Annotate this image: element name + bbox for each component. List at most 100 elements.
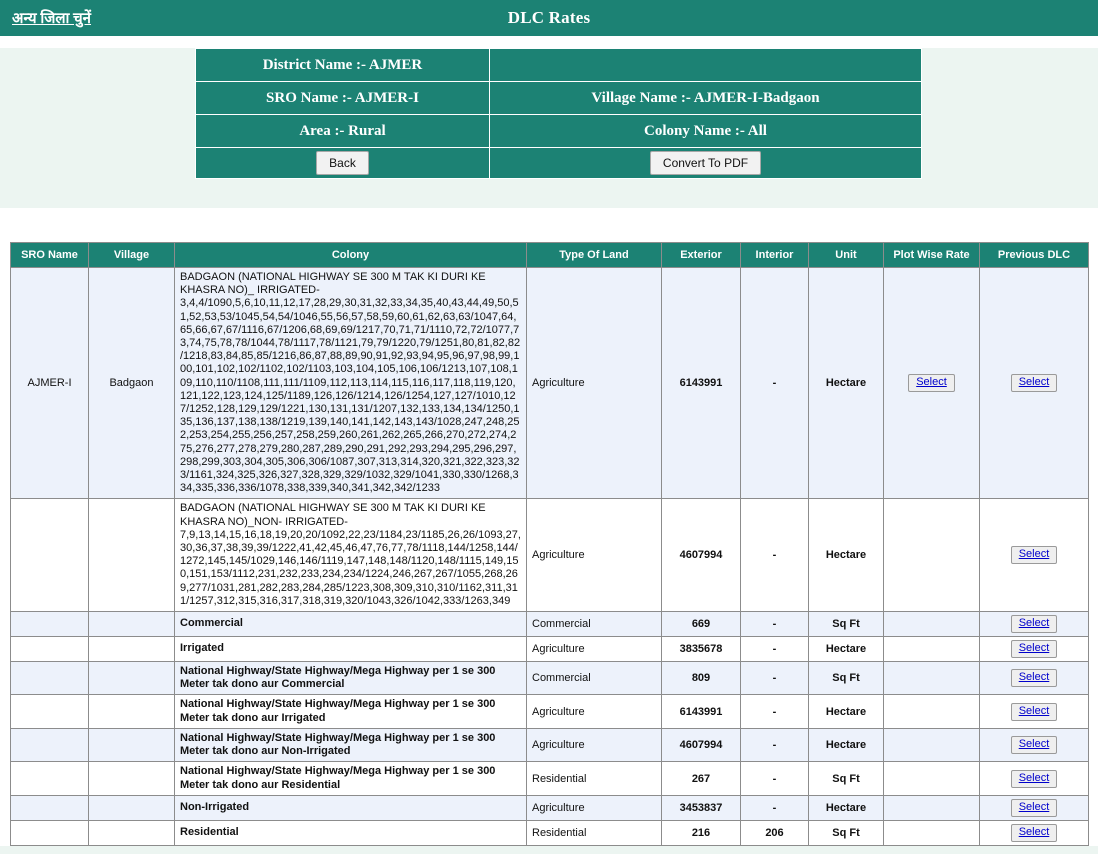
cell-colony: National Highway/State Highway/Mega High… bbox=[174, 661, 527, 696]
cell-previous-dlc: Select bbox=[979, 694, 1089, 729]
cell-exterior: 267 bbox=[661, 761, 741, 796]
area-cell: Area :- Rural bbox=[195, 114, 490, 148]
cell-type-of-land: Commercial bbox=[526, 611, 662, 638]
cell-colony: Irrigated bbox=[174, 636, 527, 663]
cell-unit: Hectare bbox=[808, 694, 884, 729]
pdf-button-cell: Convert To PDF bbox=[489, 147, 922, 179]
dlc-rates-table: SRO Name Village Colony Type Of Land Ext… bbox=[10, 242, 1089, 846]
cell-sro-name bbox=[10, 611, 89, 638]
cell-village bbox=[88, 727, 175, 763]
back-button-cell: Back bbox=[195, 147, 490, 179]
cell-interior: - bbox=[740, 761, 809, 796]
cell-sro-name bbox=[10, 761, 89, 796]
table-row: AJMER-I Badgaon BADGAON (NATIONAL HIGHWAY … bbox=[10, 266, 1089, 500]
cell-interior: - bbox=[740, 636, 809, 663]
cell-exterior: 4607994 bbox=[661, 498, 741, 613]
col-header-interior: Interior bbox=[740, 242, 809, 268]
previous-dlc-select-button[interactable]: Select bbox=[1010, 669, 1058, 688]
cell-exterior: 3835678 bbox=[661, 636, 741, 663]
cell-interior: 206 bbox=[740, 819, 809, 846]
col-header-village: Village bbox=[88, 242, 175, 268]
previous-dlc-select-button[interactable]: Select bbox=[1010, 615, 1058, 634]
cell-type-of-land: Commercial bbox=[526, 661, 662, 696]
cell-plot-wise-rate bbox=[883, 761, 980, 796]
cell-previous-dlc: Select bbox=[979, 727, 1089, 763]
previous-dlc-select-button[interactable]: Select bbox=[1010, 798, 1058, 817]
cell-interior: - bbox=[740, 611, 809, 638]
info-row-area: Area :- Rural Colony Name :- All bbox=[195, 114, 922, 148]
cell-exterior: 809 bbox=[661, 661, 741, 696]
cell-unit: Hectare bbox=[808, 266, 884, 500]
plot-wise-rate-select-button[interactable]: Select bbox=[908, 374, 955, 393]
cell-exterior: 669 bbox=[661, 611, 741, 638]
col-header-unit: Unit bbox=[808, 242, 884, 268]
cell-previous-dlc: Select bbox=[979, 819, 1089, 846]
cell-unit: Sq Ft bbox=[808, 661, 884, 696]
convert-to-pdf-button[interactable]: Convert To PDF bbox=[649, 151, 762, 175]
table-row: National Highway/State Highway/Mega High… bbox=[10, 761, 1089, 796]
cell-plot-wise-rate bbox=[883, 794, 980, 821]
cell-village bbox=[88, 498, 175, 613]
previous-dlc-select-button[interactable]: Select bbox=[1010, 769, 1058, 788]
selection-summary-table: District Name :- AJMER SRO Name :- AJMER… bbox=[195, 48, 922, 179]
cell-previous-dlc: Select bbox=[979, 761, 1089, 796]
cell-plot-wise-rate: Select bbox=[883, 266, 980, 500]
table-body: AJMER-I Badgaon BADGAON (NATIONAL HIGHWAY … bbox=[10, 266, 1089, 846]
cell-village bbox=[88, 761, 175, 796]
cell-plot-wise-rate bbox=[883, 694, 980, 729]
col-header-colony: Colony bbox=[174, 242, 527, 268]
previous-dlc-select-button[interactable]: Select bbox=[1010, 546, 1058, 565]
col-header-exterior: Exterior bbox=[661, 242, 741, 268]
cell-previous-dlc: Select bbox=[979, 794, 1089, 821]
select-other-district-link[interactable]: अन्य जिला चुनें bbox=[12, 8, 91, 28]
table-row: National Highway/State Highway/Mega High… bbox=[10, 727, 1089, 763]
cell-type-of-land: Agriculture bbox=[526, 498, 662, 613]
cell-colony: Non-Irrigated bbox=[174, 794, 527, 821]
cell-colony: BADGAON (NATIONAL HIGHWAY SE 300 M TAK K… bbox=[174, 498, 527, 613]
table-row: Non-Irrigated Agriculture 3453837- Hectare S… bbox=[10, 794, 1089, 821]
info-row-actions: Back Convert To PDF bbox=[195, 147, 922, 179]
cell-sro-name bbox=[10, 636, 89, 663]
previous-dlc-select-button[interactable]: Select bbox=[1010, 702, 1058, 721]
cell-sro-name bbox=[10, 661, 89, 696]
previous-dlc-select-button[interactable]: Select bbox=[1010, 823, 1058, 842]
previous-dlc-select-button[interactable]: Select bbox=[1010, 640, 1058, 659]
cell-village bbox=[88, 694, 175, 729]
spacer bbox=[0, 208, 1098, 242]
back-button[interactable]: Back bbox=[316, 151, 369, 175]
cell-type-of-land: Agriculture bbox=[526, 694, 662, 729]
cell-interior: - bbox=[740, 266, 809, 500]
sro-name-cell: SRO Name :- AJMER-I bbox=[195, 81, 490, 115]
col-header-type-of-land: Type Of Land bbox=[526, 242, 662, 268]
table-row: National Highway/State Highway/Mega High… bbox=[10, 694, 1089, 729]
cell-exterior: 3453837 bbox=[661, 794, 741, 821]
table-row: Commercial Commercial 669- Sq Ft Select bbox=[10, 611, 1089, 638]
cell-village bbox=[88, 819, 175, 846]
cell-previous-dlc: Select bbox=[979, 498, 1089, 613]
cell-type-of-land: Agriculture bbox=[526, 636, 662, 663]
cell-previous-dlc: Select bbox=[979, 266, 1089, 500]
cell-type-of-land: Residential bbox=[526, 819, 662, 846]
col-header-sro-name: SRO Name bbox=[10, 242, 89, 268]
cell-sro-name bbox=[10, 727, 89, 763]
cell-exterior: 6143991 bbox=[661, 266, 741, 500]
cell-type-of-land: Residential bbox=[526, 761, 662, 796]
cell-exterior: 6143991 bbox=[661, 694, 741, 729]
info-panel: District Name :- AJMER SRO Name :- AJMER… bbox=[0, 48, 1098, 208]
cell-unit: Sq Ft bbox=[808, 761, 884, 796]
cell-plot-wise-rate bbox=[883, 636, 980, 663]
cell-interior: - bbox=[740, 727, 809, 763]
cell-sro-name bbox=[10, 794, 89, 821]
table-header-row: SRO Name Village Colony Type Of Land Ext… bbox=[10, 242, 1089, 268]
table-row: BADGAON (NATIONAL HIGHWAY SE 300 M TAK K… bbox=[10, 498, 1089, 613]
cell-type-of-land: Agriculture bbox=[526, 794, 662, 821]
cell-previous-dlc: Select bbox=[979, 636, 1089, 663]
previous-dlc-select-button[interactable]: Select bbox=[1010, 374, 1058, 393]
cell-exterior: 216 bbox=[661, 819, 741, 846]
cell-interior: - bbox=[740, 661, 809, 696]
page-header-bar: अन्य जिला चुनें DLC Rates bbox=[0, 0, 1098, 36]
previous-dlc-select-button[interactable]: Select bbox=[1010, 736, 1058, 755]
page-footer-strip bbox=[0, 845, 1098, 854]
district-blank-cell bbox=[489, 48, 922, 82]
district-name-cell: District Name :- AJMER bbox=[195, 48, 490, 82]
